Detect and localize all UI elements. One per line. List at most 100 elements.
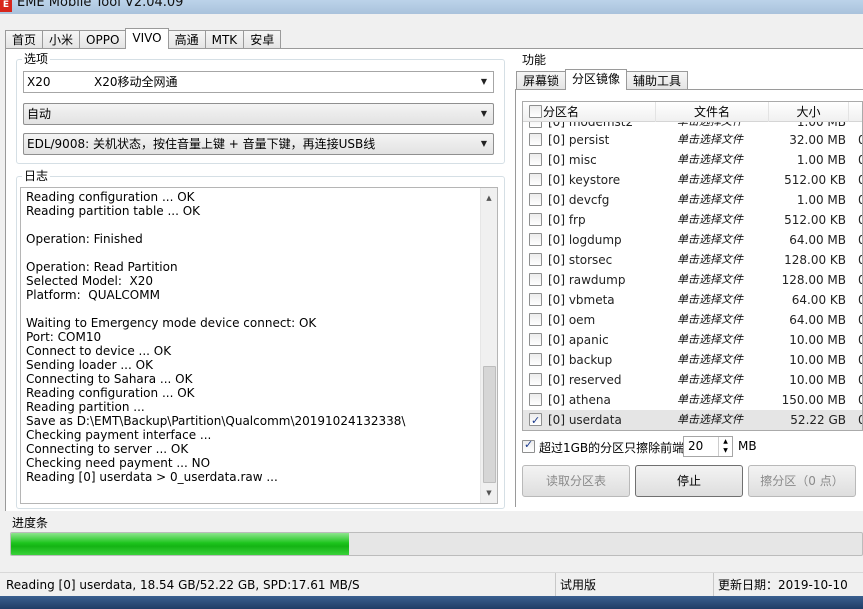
select-file-link[interactable]: 单击选择文件 — [677, 210, 743, 230]
partition-row[interactable]: [0] keystore 单击选择文件 512.00 KB 0 — [523, 170, 862, 190]
title-bar: E EME Mobile Tool V2.04.09 — [0, 0, 863, 14]
select-file-link[interactable]: 单击选择文件 — [677, 370, 743, 390]
row-checkbox[interactable] — [529, 313, 542, 326]
col-size[interactable]: 大小 — [769, 102, 849, 122]
row-checkbox[interactable] — [529, 373, 542, 386]
partition-name: [0] misc — [548, 153, 597, 167]
partition-size: 64.00 MB — [789, 233, 846, 247]
partition-row[interactable]: [0] persist 单击选择文件 32.00 MB 0 — [523, 130, 862, 150]
scroll-thumb[interactable] — [483, 366, 496, 483]
partition-size: 512.00 KB — [784, 173, 846, 187]
tab-oppo[interactable]: OPPO — [79, 30, 127, 49]
select-file-link[interactable]: 单击选择文件 — [677, 190, 743, 210]
col-file-name[interactable]: 文件名 — [656, 102, 769, 122]
log-line: Reading partition ... — [26, 400, 145, 414]
select-file-link[interactable]: 单击选择文件 — [677, 130, 743, 150]
row-checkbox[interactable] — [529, 193, 542, 206]
tab-mtk[interactable]: MTK — [204, 30, 245, 49]
log-line: Reading partition table ... OK — [26, 204, 201, 218]
row-checkbox[interactable] — [529, 353, 542, 366]
main-tabs: 首页 小米 OPPO VIVO 高通 MTK 安卓 — [5, 28, 282, 49]
status-message: Reading [0] userdata, 18.54 GB/52.22 GB,… — [6, 578, 360, 592]
row-checkbox[interactable] — [529, 273, 542, 286]
partition-row[interactable]: [0] athena 单击选择文件 150.00 MB 0 — [523, 390, 862, 410]
status-update-date: 更新日期：2019-10-10 — [713, 573, 848, 597]
partition-extra: 0 — [858, 410, 862, 430]
select-file-link[interactable]: 单击选择文件 — [677, 350, 743, 370]
partition-row[interactable]: [0] oem 单击选择文件 64.00 MB 0 — [523, 310, 862, 330]
read-partition-table-button[interactable]: 读取分区表 — [522, 465, 630, 497]
partition-size: 512.00 KB — [784, 213, 846, 227]
partition-table[interactable]: [0] modemst2 单击选择文件 1.00 MB 分区名 文件名 大小 [… — [522, 101, 863, 431]
tab-partition-image[interactable]: 分区镜像 — [565, 69, 628, 90]
log-scrollbar[interactable]: ▲ ▼ — [480, 188, 497, 503]
partition-row[interactable]: [0] storsec 单击选择文件 128.00 KB 0 — [523, 250, 862, 270]
select-file-link[interactable]: 单击选择文件 — [677, 390, 743, 410]
select-file-link[interactable]: 单击选择文件 — [677, 150, 743, 170]
tab-vivo[interactable]: VIVO — [125, 28, 169, 49]
erase-size-unit: MB — [738, 439, 757, 453]
select-file-link[interactable]: 单击选择文件 — [677, 230, 743, 250]
row-checkbox[interactable] — [529, 293, 542, 306]
edl-mode-select[interactable]: EDL/9008: 关机状态，按住音量上键 + 音量下键，再连接USB线 ▼ — [23, 133, 494, 155]
select-file-link[interactable]: 单击选择文件 — [677, 330, 743, 350]
row-checkbox[interactable] — [529, 393, 542, 406]
row-checkbox[interactable] — [529, 173, 542, 186]
select-file-link[interactable]: 单击选择文件 — [677, 310, 743, 330]
partition-size: 1.00 MB — [796, 193, 846, 207]
spin-down-icon[interactable]: ▼ — [718, 446, 732, 456]
model-select[interactable]: X20 X20移动全网通 ▼ — [23, 71, 494, 93]
row-checkbox[interactable] — [529, 213, 542, 226]
col-partition-name[interactable]: 分区名 — [523, 102, 656, 122]
partition-name: [0] persist — [548, 133, 610, 147]
partition-extra: 0 — [858, 370, 862, 390]
log-line: Checking need payment ... NO — [26, 456, 211, 470]
select-file-link[interactable]: 单击选择文件 — [677, 170, 743, 190]
row-checkbox[interactable] — [529, 333, 542, 346]
tab-android[interactable]: 安卓 — [243, 30, 282, 49]
select-file-link[interactable]: 单击选择文件 — [677, 290, 743, 310]
row-checkbox[interactable] — [529, 411, 542, 430]
partition-row[interactable]: [0] apanic 单击选择文件 10.00 MB 0 — [523, 330, 862, 350]
mode-select[interactable]: 自动 ▼ — [23, 103, 494, 125]
partition-row[interactable]: [0] frp 单击选择文件 512.00 KB 0 — [523, 210, 862, 230]
log-line: Connecting to server ... OK — [26, 442, 189, 456]
tab-helper-tools[interactable]: 辅助工具 — [626, 71, 689, 90]
partition-row[interactable]: [0] misc 单击选择文件 1.00 MB 0 — [523, 150, 862, 170]
tab-xiaomi[interactable]: 小米 — [42, 30, 81, 49]
row-checkbox[interactable] — [529, 153, 542, 166]
partition-extra: 0 — [858, 170, 862, 190]
partition-extra: 0 — [858, 150, 862, 170]
log-output[interactable]: Reading configuration ... OK Reading part… — [20, 187, 498, 504]
scroll-up-icon[interactable]: ▲ — [481, 190, 497, 206]
erase-front-checkbox[interactable] — [522, 438, 535, 453]
select-file-link[interactable]: 单击选择文件 — [677, 410, 743, 430]
row-checkbox[interactable] — [529, 253, 542, 266]
erase-partition-button[interactable]: 擦分区（0 点） — [748, 465, 856, 497]
partition-row[interactable]: [0] devcfg 单击选择文件 1.00 MB 0 — [523, 190, 862, 210]
status-bar: Reading [0] userdata, 18.54 GB/52.22 GB,… — [0, 572, 863, 597]
tab-screen-lock[interactable]: 屏幕锁 — [516, 71, 567, 90]
edl-hint: EDL/9008: 关机状态，按住音量上键 + 音量下键，再连接USB线 — [27, 137, 376, 151]
erase-size-value: 20 — [688, 439, 704, 453]
stop-button[interactable]: 停止 — [635, 465, 743, 497]
partition-row[interactable]: [0] userdata 单击选择文件 52.22 GB 0 — [523, 410, 862, 430]
scroll-down-icon[interactable]: ▼ — [481, 485, 497, 501]
partition-row[interactable]: [0] rawdump 单击选择文件 128.00 MB 0 — [523, 270, 862, 290]
taskbar-edge — [0, 596, 863, 609]
tab-home[interactable]: 首页 — [5, 30, 44, 49]
partition-row[interactable]: [0] vbmeta 单击选择文件 64.00 KB 0 — [523, 290, 862, 310]
row-checkbox[interactable] — [529, 233, 542, 246]
partition-row[interactable]: [0] backup 单击选择文件 10.00 MB 0 — [523, 350, 862, 370]
log-line: Reading configuration ... OK — [26, 190, 195, 204]
row-checkbox[interactable] — [529, 133, 542, 146]
partition-row[interactable]: [0] reserved 单击选择文件 10.00 MB 0 — [523, 370, 862, 390]
partition-size: 52.22 GB — [790, 413, 846, 427]
select-file-link[interactable]: 单击选择文件 — [677, 270, 743, 290]
tab-qualcomm[interactable]: 高通 — [167, 30, 206, 49]
select-file-link[interactable]: 单击选择文件 — [677, 250, 743, 270]
erase-size-spinner[interactable]: 20 ▲ ▼ — [683, 436, 733, 457]
partition-row[interactable]: [0] logdump 单击选择文件 64.00 MB 0 — [523, 230, 862, 250]
partition-name: [0] logdump — [548, 233, 622, 247]
